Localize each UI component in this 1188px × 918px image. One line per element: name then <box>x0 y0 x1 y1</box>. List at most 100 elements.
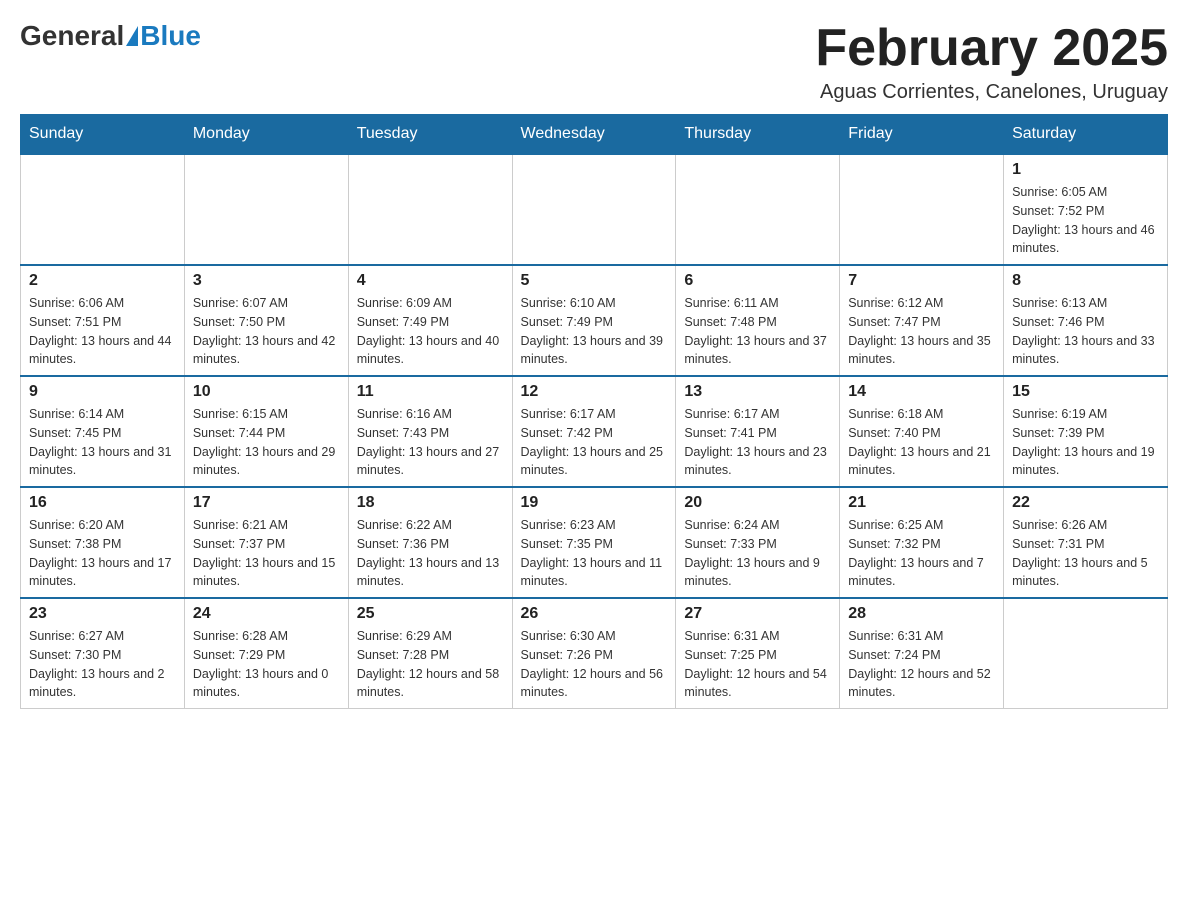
day-info: Sunrise: 6:27 AM Sunset: 7:30 PM Dayligh… <box>29 627 176 702</box>
day-number: 10 <box>193 383 340 401</box>
weekday-header-row: SundayMondayTuesdayWednesdayThursdayFrid… <box>21 115 1168 155</box>
calendar-cell: 28 Sunrise: 6:31 AM Sunset: 7:24 PM Dayli… <box>840 598 1004 709</box>
day-info: Sunrise: 6:17 AM Sunset: 7:41 PM Dayligh… <box>684 405 831 480</box>
weekday-header-sunday: Sunday <box>21 115 185 155</box>
day-number: 15 <box>1012 383 1159 401</box>
day-number: 13 <box>684 383 831 401</box>
calendar-cell: 5 Sunrise: 6:10 AM Sunset: 7:49 PM Daylig… <box>512 265 676 376</box>
calendar-cell: 17 Sunrise: 6:21 AM Sunset: 7:37 PM Dayli… <box>184 487 348 598</box>
calendar-cell <box>348 154 512 265</box>
day-info: Sunrise: 6:10 AM Sunset: 7:49 PM Dayligh… <box>521 294 668 369</box>
calendar-cell: 24 Sunrise: 6:28 AM Sunset: 7:29 PM Dayli… <box>184 598 348 709</box>
calendar-cell: 25 Sunrise: 6:29 AM Sunset: 7:28 PM Dayli… <box>348 598 512 709</box>
day-number: 9 <box>29 383 176 401</box>
day-number: 8 <box>1012 272 1159 290</box>
calendar-cell: 16Sunrise: 6:20 AM Sunset: 7:38 PM Dayli… <box>21 487 185 598</box>
day-number: 24 <box>193 605 340 623</box>
day-info: Sunrise: 6:17 AM Sunset: 7:42 PM Dayligh… <box>521 405 668 480</box>
day-info: Sunrise: 6:23 AM Sunset: 7:35 PM Dayligh… <box>521 516 668 591</box>
day-info: Sunrise: 6:13 AM Sunset: 7:46 PM Dayligh… <box>1012 294 1159 369</box>
day-number: 19 <box>521 494 668 512</box>
day-number: 6 <box>684 272 831 290</box>
day-info: Sunrise: 6:14 AM Sunset: 7:45 PM Dayligh… <box>29 405 176 480</box>
location-text: Aguas Corrientes, Canelones, Uruguay <box>815 81 1168 104</box>
logo-general-text: General <box>20 20 124 52</box>
calendar-cell: 2Sunrise: 6:06 AM Sunset: 7:51 PM Daylig… <box>21 265 185 376</box>
calendar-cell: 11 Sunrise: 6:16 AM Sunset: 7:43 PM Dayli… <box>348 376 512 487</box>
day-info: Sunrise: 6:15 AM Sunset: 7:44 PM Dayligh… <box>193 405 340 480</box>
day-info: Sunrise: 6:09 AM Sunset: 7:49 PM Dayligh… <box>357 294 504 369</box>
calendar-cell: 18 Sunrise: 6:22 AM Sunset: 7:36 PM Dayli… <box>348 487 512 598</box>
day-number: 3 <box>193 272 340 290</box>
weekday-header-wednesday: Wednesday <box>512 115 676 155</box>
calendar-cell: 26 Sunrise: 6:30 AM Sunset: 7:26 PM Dayli… <box>512 598 676 709</box>
day-number: 22 <box>1012 494 1159 512</box>
weekday-header-thursday: Thursday <box>676 115 840 155</box>
day-info: Sunrise: 6:12 AM Sunset: 7:47 PM Dayligh… <box>848 294 995 369</box>
day-info: Sunrise: 6:26 AM Sunset: 7:31 PM Dayligh… <box>1012 516 1159 591</box>
logo-blue-text: Blue <box>140 20 201 52</box>
day-info: Sunrise: 6:31 AM Sunset: 7:24 PM Dayligh… <box>848 627 995 702</box>
day-number: 28 <box>848 605 995 623</box>
calendar-cell <box>512 154 676 265</box>
day-number: 4 <box>357 272 504 290</box>
calendar-cell: 19 Sunrise: 6:23 AM Sunset: 7:35 PM Dayli… <box>512 487 676 598</box>
day-number: 16 <box>29 494 176 512</box>
weekday-header-saturday: Saturday <box>1004 115 1168 155</box>
calendar-cell: 7 Sunrise: 6:12 AM Sunset: 7:47 PM Daylig… <box>840 265 1004 376</box>
day-number: 18 <box>357 494 504 512</box>
day-info: Sunrise: 6:30 AM Sunset: 7:26 PM Dayligh… <box>521 627 668 702</box>
calendar-cell: 10 Sunrise: 6:15 AM Sunset: 7:44 PM Dayli… <box>184 376 348 487</box>
day-info: Sunrise: 6:29 AM Sunset: 7:28 PM Dayligh… <box>357 627 504 702</box>
calendar-cell: 20Sunrise: 6:24 AM Sunset: 7:33 PM Dayli… <box>676 487 840 598</box>
week-row-4: 16Sunrise: 6:20 AM Sunset: 7:38 PM Dayli… <box>21 487 1168 598</box>
week-row-5: 23 Sunrise: 6:27 AM Sunset: 7:30 PM Dayli… <box>21 598 1168 709</box>
title-block: February 2025 Aguas Corrientes, Canelone… <box>815 20 1168 104</box>
week-row-3: 9 Sunrise: 6:14 AM Sunset: 7:45 PM Daylig… <box>21 376 1168 487</box>
month-title: February 2025 <box>815 20 1168 77</box>
calendar-table: SundayMondayTuesdayWednesdayThursdayFrid… <box>20 114 1168 709</box>
calendar-cell: 1Sunrise: 6:05 AM Sunset: 7:52 PM Daylig… <box>1004 154 1168 265</box>
day-info: Sunrise: 6:11 AM Sunset: 7:48 PM Dayligh… <box>684 294 831 369</box>
day-info: Sunrise: 6:21 AM Sunset: 7:37 PM Dayligh… <box>193 516 340 591</box>
day-info: Sunrise: 6:24 AM Sunset: 7:33 PM Dayligh… <box>684 516 831 591</box>
day-number: 11 <box>357 383 504 401</box>
calendar-cell <box>676 154 840 265</box>
weekday-header-monday: Monday <box>184 115 348 155</box>
day-number: 21 <box>848 494 995 512</box>
day-info: Sunrise: 6:07 AM Sunset: 7:50 PM Dayligh… <box>193 294 340 369</box>
logo: General Blue <box>20 20 201 52</box>
calendar-cell: 3 Sunrise: 6:07 AM Sunset: 7:50 PM Daylig… <box>184 265 348 376</box>
day-number: 23 <box>29 605 176 623</box>
calendar-cell <box>1004 598 1168 709</box>
day-info: Sunrise: 6:22 AM Sunset: 7:36 PM Dayligh… <box>357 516 504 591</box>
logo-triangle-icon <box>126 26 138 46</box>
day-number: 12 <box>521 383 668 401</box>
day-info: Sunrise: 6:18 AM Sunset: 7:40 PM Dayligh… <box>848 405 995 480</box>
calendar-cell: 27 Sunrise: 6:31 AM Sunset: 7:25 PM Dayli… <box>676 598 840 709</box>
day-info: Sunrise: 6:16 AM Sunset: 7:43 PM Dayligh… <box>357 405 504 480</box>
page-header: General Blue February 2025 Aguas Corrien… <box>20 20 1168 104</box>
day-number: 5 <box>521 272 668 290</box>
calendar-cell: 9 Sunrise: 6:14 AM Sunset: 7:45 PM Daylig… <box>21 376 185 487</box>
day-info: Sunrise: 6:25 AM Sunset: 7:32 PM Dayligh… <box>848 516 995 591</box>
day-number: 1 <box>1012 161 1159 179</box>
day-number: 27 <box>684 605 831 623</box>
weekday-header-friday: Friday <box>840 115 1004 155</box>
calendar-cell: 23 Sunrise: 6:27 AM Sunset: 7:30 PM Dayli… <box>21 598 185 709</box>
day-info: Sunrise: 6:06 AM Sunset: 7:51 PM Dayligh… <box>29 294 176 369</box>
day-info: Sunrise: 6:31 AM Sunset: 7:25 PM Dayligh… <box>684 627 831 702</box>
week-row-1: 1Sunrise: 6:05 AM Sunset: 7:52 PM Daylig… <box>21 154 1168 265</box>
calendar-cell <box>840 154 1004 265</box>
day-number: 25 <box>357 605 504 623</box>
day-number: 14 <box>848 383 995 401</box>
calendar-cell: 21 Sunrise: 6:25 AM Sunset: 7:32 PM Dayli… <box>840 487 1004 598</box>
day-info: Sunrise: 6:28 AM Sunset: 7:29 PM Dayligh… <box>193 627 340 702</box>
calendar-cell: 15 Sunrise: 6:19 AM Sunset: 7:39 PM Dayli… <box>1004 376 1168 487</box>
day-number: 7 <box>848 272 995 290</box>
day-info: Sunrise: 6:19 AM Sunset: 7:39 PM Dayligh… <box>1012 405 1159 480</box>
calendar-cell: 22 Sunrise: 6:26 AM Sunset: 7:31 PM Dayli… <box>1004 487 1168 598</box>
day-number: 17 <box>193 494 340 512</box>
calendar-cell: 12 Sunrise: 6:17 AM Sunset: 7:42 PM Dayli… <box>512 376 676 487</box>
day-number: 26 <box>521 605 668 623</box>
